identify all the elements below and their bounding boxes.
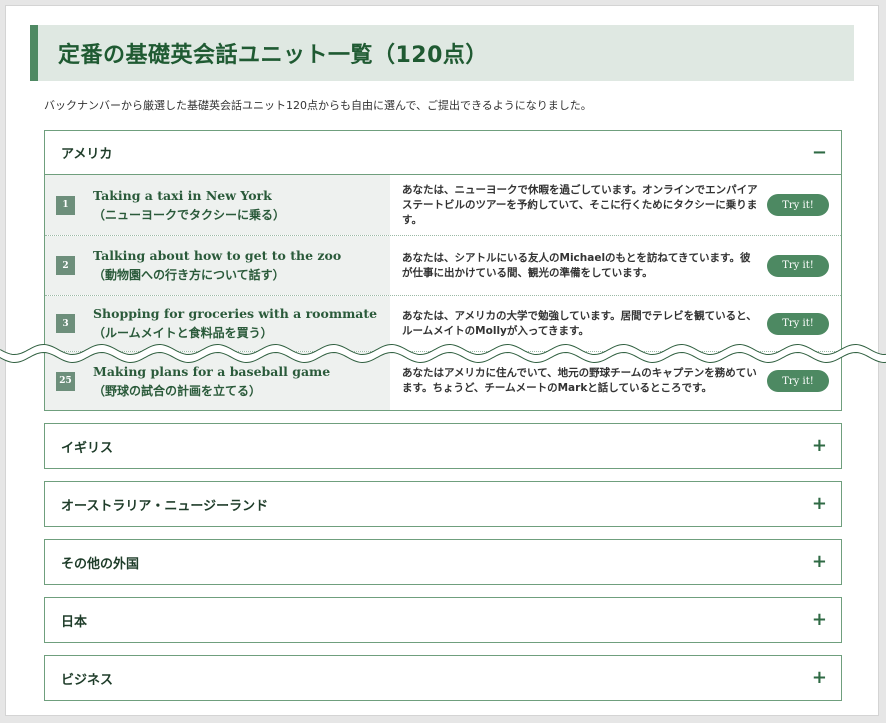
unit-title-ja: （ルームメイトと食料品を買う）	[93, 326, 273, 340]
accordion-uk: イギリス +	[44, 423, 842, 469]
unit-number-badge: 25	[56, 371, 75, 391]
unit-title-en: Shopping for groceries with a roommate	[93, 306, 378, 321]
accordion-business: ビジネス +	[44, 655, 842, 701]
unit-title-ja: （ニューヨークでタクシーに乗る）	[93, 207, 286, 222]
try-it-button[interactable]: Try it!	[767, 254, 829, 277]
unit-detail-cell: あなたは、ニューヨークで休暇を過ごしています。オンラインでエンパイアステートビル…	[390, 175, 841, 235]
intro-text: バックナンバーから厳選した基礎英会話ユニット120点からも自由に選んで、ご提出で…	[44, 99, 592, 112]
unit-row: 2 Talking about how to get to the zoo （動…	[45, 236, 841, 296]
expand-icon[interactable]: +	[812, 669, 827, 687]
unit-title-cell: 1 Taking a taxi in New York （ニューヨークでタクシー…	[45, 175, 390, 235]
accordion-title: オーストラリア・ニュージーランド	[61, 498, 269, 514]
unit-title-en: Talking about how to get to the zoo	[93, 248, 342, 263]
unit-description: あなたは、アメリカの大学で勉強しています。居間でテレビを観ていると、ルームメイト…	[402, 309, 757, 337]
accordion-other-countries: その他の外国 +	[44, 539, 842, 585]
unit-row: 25 Making plans for a baseball game （野球の…	[45, 352, 841, 410]
accordion-japan: 日本 +	[44, 597, 842, 643]
unit-title-ja: （動物園への行き方について話す）	[93, 268, 285, 282]
unit-title-cell: 3 Shopping for groceries with a roommate…	[45, 296, 390, 351]
accordion-title: アメリカ	[61, 147, 113, 162]
accordion-header-business[interactable]: ビジネス +	[45, 656, 841, 700]
collapse-icon[interactable]: −	[812, 143, 827, 162]
unit-detail-cell: あなたは、アメリカの大学で勉強しています。居間でテレビを観ていると、ルームメイト…	[390, 296, 841, 351]
unit-detail-cell: あなたは、シアトルにいる友人のMichaelのもとを訪ねてきています。彼が仕事に…	[390, 236, 841, 295]
unit-description: あなたは、ニューヨークで休暇を過ごしています。オンラインでエンパイアステートビル…	[402, 183, 758, 226]
try-it-button[interactable]: Try it!	[767, 312, 829, 335]
accordion-header-japan[interactable]: 日本 +	[45, 598, 841, 642]
accordion-header-other-countries[interactable]: その他の外国 +	[45, 540, 841, 584]
unit-title-cell: 25 Making plans for a baseball game （野球の…	[45, 352, 390, 410]
unit-number-badge: 3	[56, 314, 75, 333]
accordion-title: ビジネス	[61, 672, 114, 688]
accordion-header-australia-nz[interactable]: オーストラリア・ニュージーランド +	[45, 482, 841, 526]
accordion-header-uk[interactable]: イギリス +	[45, 424, 841, 468]
try-it-button[interactable]: Try it!	[767, 370, 829, 392]
try-it-button[interactable]: Try it!	[767, 194, 829, 216]
unit-row: 3 Shopping for groceries with a roommate…	[45, 296, 841, 352]
expand-icon[interactable]: +	[812, 611, 827, 629]
accordion-title: 日本	[61, 614, 88, 630]
expand-icon[interactable]: +	[812, 495, 827, 513]
unit-number-badge: 1	[56, 195, 75, 215]
unit-detail-cell: あなたはアメリカに住んでいて、地元の野球チームのキャプテンを務めています。ちょう…	[390, 352, 841, 410]
unit-title-en: Making plans for a baseball game	[93, 363, 331, 379]
expand-icon[interactable]: +	[812, 553, 827, 571]
accordion-america: アメリカ − 1 Taking a taxi in New York （ニューヨ…	[44, 130, 842, 411]
unit-title-cell: 2 Talking about how to get to the zoo （動…	[45, 236, 390, 295]
unit-title-en: Taking a taxi in New York	[93, 187, 272, 203]
unit-title-ja: （野球の試合の計画を立てる）	[93, 383, 262, 398]
page-heading: 定番の基礎英会話ユニット一覧（120点）	[30, 25, 854, 81]
unit-description: あなたは、シアトルにいる友人のMichaelのもとを訪ねてきています。彼が仕事に…	[402, 251, 751, 279]
page-title: 定番の基礎英会話ユニット一覧（120点）	[58, 43, 488, 68]
unit-description: あなたはアメリカに住んでいて、地元の野球チームのキャプテンを務めています。ちょう…	[402, 367, 757, 394]
unit-number-badge: 2	[56, 256, 75, 275]
accordion-australia-nz: オーストラリア・ニュージーランド +	[44, 481, 842, 527]
accordion-header-america[interactable]: アメリカ −	[45, 131, 841, 174]
accordion-title: その他の外国	[61, 556, 140, 572]
unit-list: 1 Taking a taxi in New York （ニューヨークでタクシー…	[45, 174, 841, 410]
unit-row: 1 Taking a taxi in New York （ニューヨークでタクシー…	[45, 175, 841, 236]
accordion-title: イギリス	[61, 440, 114, 456]
expand-icon[interactable]: +	[812, 437, 827, 455]
